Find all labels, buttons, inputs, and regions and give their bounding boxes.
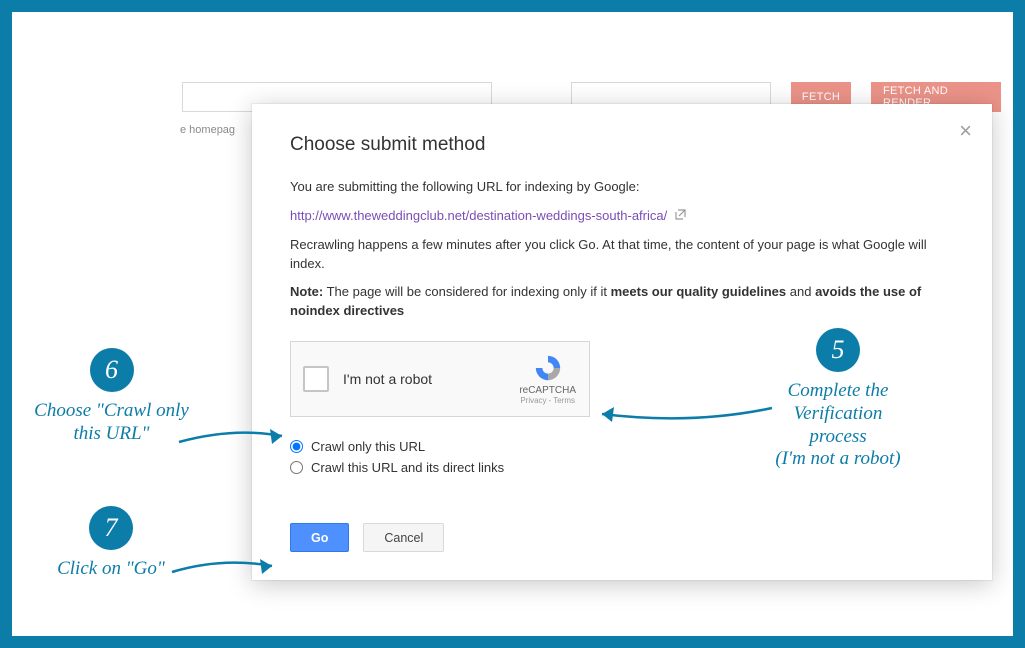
- note-mid: The page will be considered for indexing…: [323, 284, 610, 299]
- go-button[interactable]: Go: [290, 523, 349, 552]
- recaptcha-badge: reCAPTCHA Privacy-Terms: [518, 353, 577, 405]
- recaptcha-brand: reCAPTCHA: [519, 385, 576, 396]
- recaptcha-privacy-link[interactable]: Privacy: [520, 396, 546, 405]
- recrawl-text: Recrawling happens a few minutes after y…: [290, 236, 954, 274]
- annotation-step-5: 5 Complete the Verification process (I'm…: [748, 328, 928, 471]
- annotation-5-badge: 5: [816, 328, 860, 372]
- note-prefix: Note:: [290, 284, 323, 299]
- intro-text: You are submitting the following URL for…: [290, 178, 954, 197]
- note-mid2: and: [786, 284, 815, 299]
- annotation-7-text: Click on "Go": [46, 558, 176, 581]
- crawl-url-and-links-label: Crawl this URL and its direct links: [311, 460, 504, 475]
- annotation-6-text: Choose "Crawl only this URL": [24, 400, 199, 446]
- recaptcha-terms-link[interactable]: Terms: [553, 396, 575, 405]
- crawl-only-url-radio[interactable]: [290, 440, 303, 453]
- note-text: Note: The page will be considered for in…: [290, 283, 954, 321]
- submitted-url-row: http://www.theweddingclub.net/destinatio…: [290, 207, 954, 226]
- crawl-url-and-links-radio[interactable]: [290, 461, 303, 474]
- crawl-only-url-label: Crawl only this URL: [311, 439, 425, 454]
- dialog-actions: Go Cancel: [290, 523, 954, 552]
- annotation-step-7: 7 Click on "Go": [46, 506, 176, 581]
- cancel-button[interactable]: Cancel: [363, 523, 444, 552]
- recaptcha-label: I'm not a robot: [343, 371, 518, 387]
- submitted-url-link[interactable]: http://www.theweddingclub.net/destinatio…: [290, 208, 667, 223]
- note-bold1: meets our quality guidelines: [611, 284, 787, 299]
- bg-homepage-partial: e homepag: [180, 124, 235, 136]
- screenshot-frame: FETCH FETCH AND RENDER e homepag tus Com…: [0, 0, 1025, 648]
- recaptcha-privacy-terms: Privacy-Terms: [518, 396, 577, 405]
- close-icon[interactable]: ×: [959, 120, 972, 142]
- annotation-6-badge: 6: [90, 348, 134, 392]
- annotation-7-badge: 7: [89, 506, 133, 550]
- dialog-title: Choose submit method: [290, 134, 954, 156]
- annotation-5-text: Complete the Verification process (I'm n…: [748, 380, 928, 471]
- recaptcha-checkbox[interactable]: [303, 366, 329, 392]
- recaptcha-widget: I'm not a robot reCAPTCHA Privacy-Terms: [290, 341, 590, 417]
- external-link-icon: [675, 211, 686, 223]
- recaptcha-logo-icon: [533, 353, 563, 383]
- annotation-step-6: 6 Choose "Crawl only this URL": [24, 348, 199, 446]
